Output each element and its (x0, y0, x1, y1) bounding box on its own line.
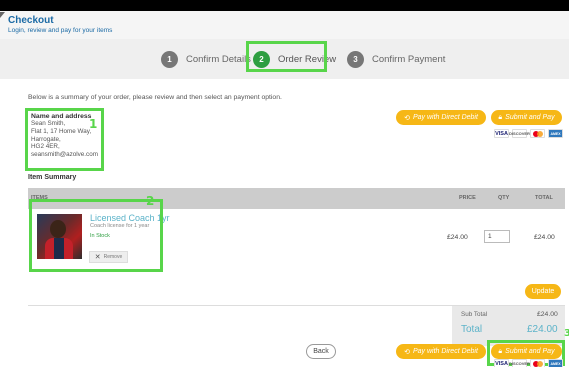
total-label: Total (461, 324, 483, 335)
highlight-box-item (29, 199, 163, 272)
step-label: Confirm Payment (372, 53, 446, 65)
visa-icon: VISA (494, 129, 509, 138)
pay-direct-debit-button[interactable]: ⟲ Pay with Direct Debit (396, 110, 486, 125)
mastercard-icon (530, 129, 545, 138)
address-email: seansmith@azolve.com (31, 151, 98, 159)
discover-icon: DISCOVER (509, 359, 530, 367)
direct-debit-icon: ⟲ (404, 114, 410, 122)
direct-debit-label: Pay with Direct Debit (412, 348, 478, 355)
submit-label: Submit and Pay (505, 114, 555, 121)
payment-cards-top: VISA DISCOVER AMEX (494, 129, 563, 138)
direct-debit-icon: ⟲ (404, 348, 410, 356)
column-header-price: PRICE (459, 195, 476, 201)
column-header-qty: QTY (498, 195, 510, 201)
visa-icon: VISA (494, 359, 509, 367)
update-button[interactable]: Update (525, 284, 561, 299)
submit-and-pay-button-top[interactable]: 🔒︎ Submit and Pay (491, 110, 562, 125)
payment-cards-bottom: VISA DISCOVER AMEX (494, 359, 563, 367)
amex-icon: AMEX (548, 359, 563, 367)
item-summary-title: Item Summary (28, 174, 77, 181)
amex-icon: AMEX (548, 129, 563, 138)
annotation-marker-1: 1 (89, 117, 98, 131)
step-confirm-details[interactable]: 1 Confirm Details (161, 49, 251, 69)
step-number: 3 (347, 50, 364, 68)
step-label: Confirm Details (186, 53, 251, 65)
address-line: HG2 4ER, (31, 143, 60, 151)
lock-icon: 🔒︎ (498, 113, 503, 121)
item-total: £24.00 (534, 234, 555, 241)
checkout-page: Checkout Login, review and pay for your … (0, 11, 569, 367)
discover-icon: DISCOVER (509, 129, 530, 138)
intro-text: Below is a summary of your order, please… (28, 94, 282, 101)
highlight-box-step (246, 41, 327, 72)
total-value: £24.00 (527, 324, 558, 335)
page-subtitle: Login, review and pay for your items (8, 27, 113, 34)
address-title: Name and address (31, 113, 92, 120)
back-button[interactable]: Back (306, 344, 336, 359)
address-line: Harrogate, (31, 135, 61, 143)
address-line: Flat 1, 17 Home Way, (31, 127, 92, 135)
annotation-marker-2: 2 (146, 194, 155, 208)
mastercard-icon (530, 359, 545, 367)
page-header: Checkout Login, review and pay for your … (0, 11, 569, 39)
cursor-icon (0, 12, 5, 18)
pay-direct-debit-button-bottom[interactable]: ⟲ Pay with Direct Debit (396, 344, 486, 359)
item-price: £24.00 (447, 234, 468, 241)
step-confirm-payment[interactable]: 3 Confirm Payment (347, 49, 445, 69)
subtotal-label: Sub Total (461, 311, 488, 318)
quantity-input[interactable] (484, 230, 510, 243)
page-title: Checkout (8, 15, 54, 26)
address-line: Sean Smith, (31, 120, 66, 127)
column-header-total: TOTAL (535, 195, 553, 201)
direct-debit-label: Pay with Direct Debit (412, 114, 478, 121)
step-number: 1 (161, 50, 178, 68)
annotation-marker-3: 3 (564, 328, 569, 339)
subtotal-value: £24.00 (537, 311, 558, 318)
checkout-steps: 1 Confirm Details 2 Order Review 3 Confi… (0, 39, 569, 79)
